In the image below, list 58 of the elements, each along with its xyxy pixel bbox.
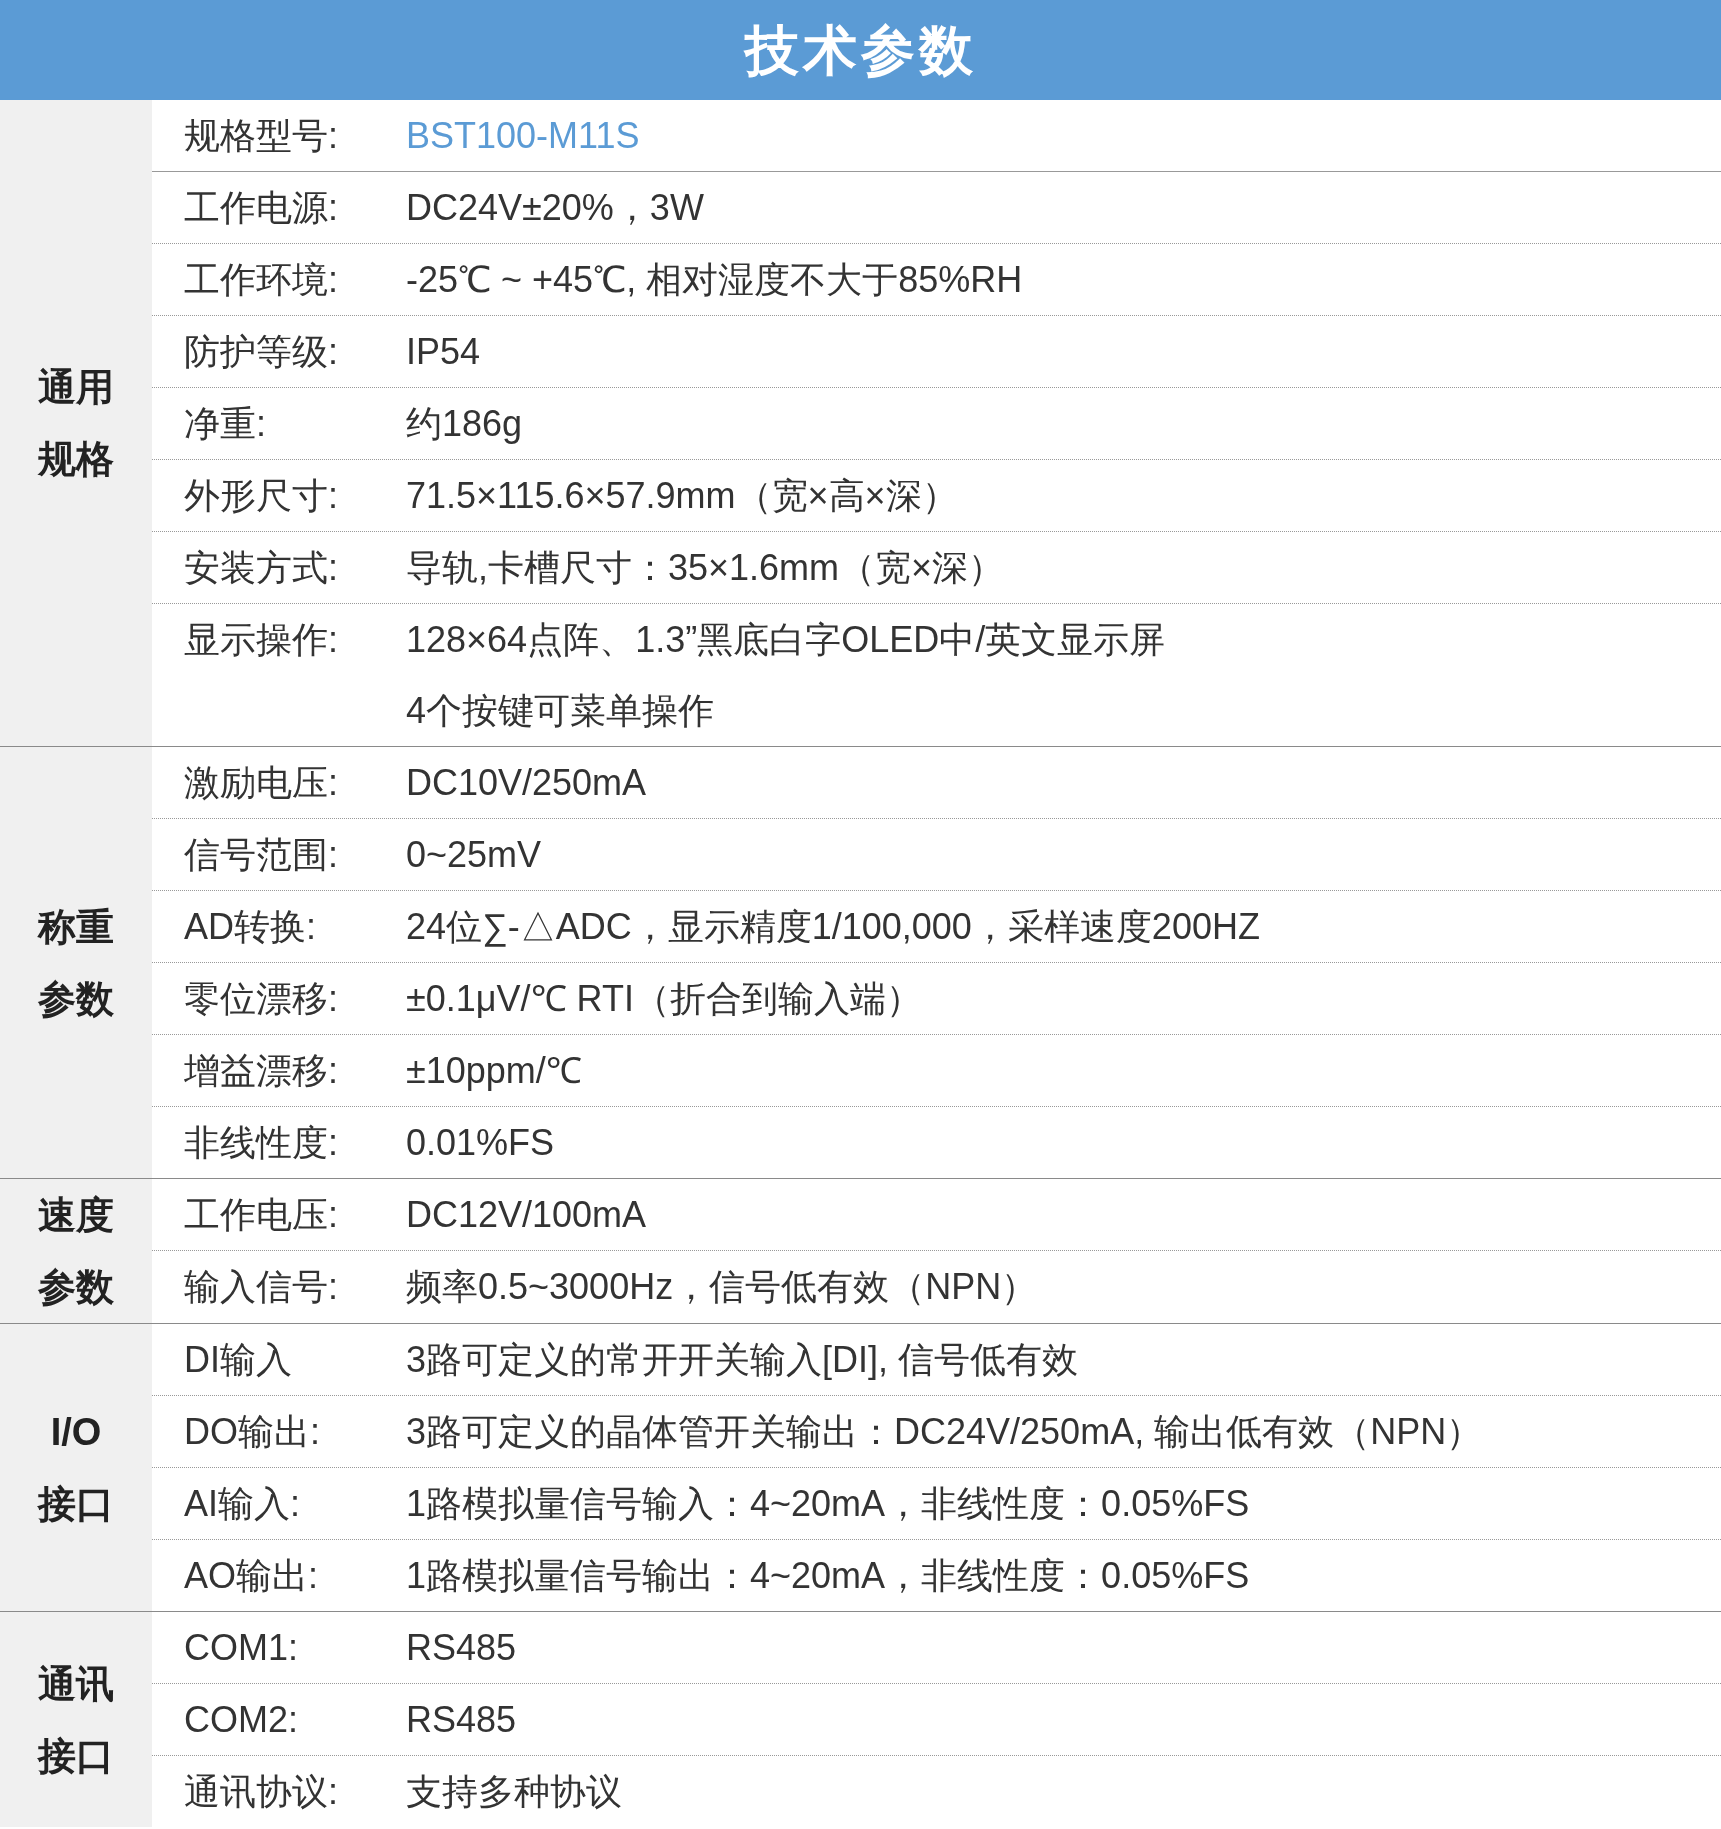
spec-value: 0~25mV	[406, 833, 542, 877]
spec-value: -25℃ ~ +45℃, 相对湿度不大于85%RH	[406, 258, 1023, 302]
spec-label: 信号范围:	[183, 833, 339, 877]
group-label: 速度	[38, 1193, 114, 1238]
spec-value: DC10V/250mA	[406, 761, 647, 805]
group-label: 通讯	[38, 1661, 114, 1707]
spec-value: IP54	[406, 330, 481, 374]
model-number: BST100-M11S	[406, 114, 640, 158]
spec-value: 24位∑-△ADC，显示精度1/100,000，采样速度200HZ	[406, 905, 1260, 949]
spec-value: 0.01%FS	[406, 1121, 555, 1165]
spec-label: 激励电压:	[183, 761, 339, 805]
spec-value: RS485	[406, 1626, 517, 1670]
spec-value: ±0.1μV/℃ RTI（折合到输入端）	[406, 977, 922, 1021]
group-label: 称重	[38, 904, 114, 950]
group-label: 规格	[38, 437, 114, 482]
spec-label: 安装方式:	[183, 546, 339, 590]
spec-label: COM1:	[183, 1626, 299, 1670]
spec-label: AI输入:	[183, 1482, 301, 1526]
spec-label: 输入信号:	[183, 1265, 339, 1309]
spec-value: 1路模拟量信号输入：4~20mA，非线性度：0.05%FS	[406, 1482, 1250, 1526]
page-title: 技术参数	[744, 18, 977, 82]
spec-label: 外形尺寸:	[183, 474, 339, 518]
spec-value: 频率0.5~3000Hz，信号低有效（NPN）	[406, 1265, 1038, 1309]
spec-value: RS485	[406, 1698, 517, 1742]
group-label: 接口	[38, 1481, 114, 1527]
spec-value: 128×64点阵、1.3”黑底白字OLED中/英文显示屏	[406, 618, 1166, 662]
spec-label: 净重:	[183, 402, 267, 446]
spec-value: 71.5×115.6×57.9mm（宽×高×深）	[406, 474, 958, 518]
spec-value: 1路模拟量信号输出：4~20mA，非线性度：0.05%FS	[406, 1554, 1250, 1598]
group-label: 接口	[38, 1733, 114, 1779]
spec-label: 工作电压:	[183, 1193, 339, 1237]
group-label: 通用	[38, 365, 114, 410]
group-label: I/O	[50, 1409, 102, 1455]
spec-label: 防护等级:	[183, 330, 339, 374]
spec-label: 显示操作:	[183, 618, 339, 662]
spec-value: 3路可定义的晶体管开关输出：DC24V/250mA, 输出低有效（NPN）	[406, 1410, 1483, 1454]
spec-label: 工作电源:	[183, 186, 339, 230]
spec-label: COM2:	[183, 1698, 299, 1742]
group-label: 参数	[38, 976, 114, 1022]
spec-value: 支持多种协议	[406, 1770, 622, 1814]
spec-value: 3路可定义的常开开关输入[DI], 信号低有效	[406, 1338, 1079, 1382]
spec-value: 约186g	[406, 402, 523, 446]
spec-label: 通讯协议:	[183, 1770, 339, 1814]
spec-value: ±10ppm/℃	[406, 1049, 582, 1093]
spec-value: 导轨,卡槽尺寸：35×1.6mm（宽×深）	[406, 546, 1005, 590]
spec-label: 零位漂移:	[183, 977, 339, 1021]
spec-value: 4个按键可菜单操作	[406, 689, 716, 733]
spec-label: AD转换:	[183, 905, 317, 949]
spec-label: 规格型号:	[183, 114, 339, 158]
group-label: 参数	[38, 1265, 114, 1310]
spec-label: DI输入	[183, 1338, 293, 1382]
spec-label: AO输出:	[183, 1554, 319, 1598]
spec-label: 工作环境:	[183, 258, 339, 302]
spec-value: DC24V±20%，3W	[406, 186, 704, 230]
spec-label: 非线性度:	[183, 1121, 339, 1165]
spec-label: 增益漂移:	[183, 1049, 339, 1093]
spec-value: DC12V/100mA	[406, 1193, 647, 1237]
spec-label: DO输出:	[183, 1410, 321, 1454]
